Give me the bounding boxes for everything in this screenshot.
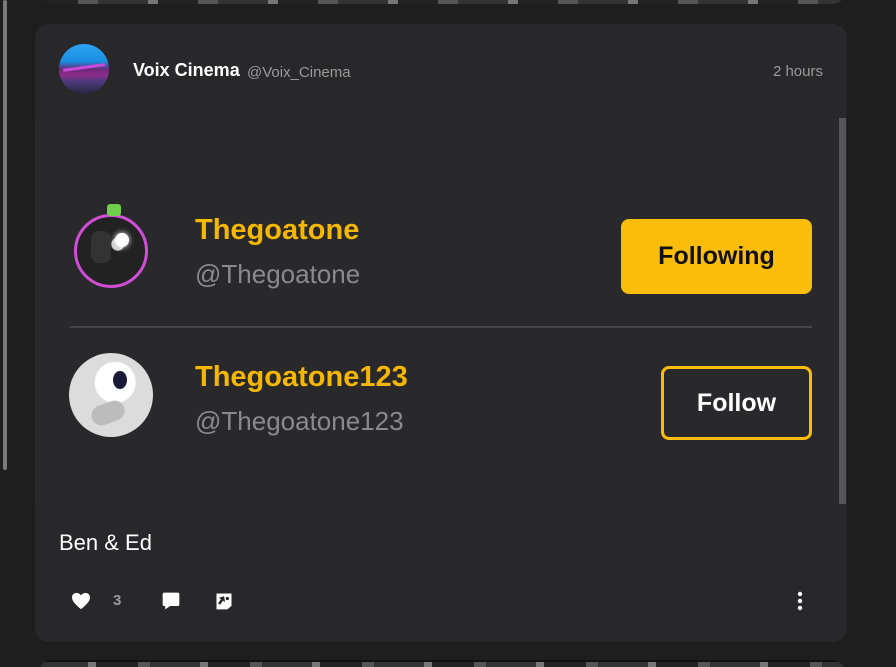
user-handle: @Thegoatone xyxy=(195,259,361,289)
next-post-edge xyxy=(38,660,846,667)
user-handle: @Thegoatone123 xyxy=(195,406,404,436)
comment-icon xyxy=(162,592,180,610)
user-name[interactable]: Thegoatone xyxy=(195,214,359,247)
follow-button[interactable]: Follow xyxy=(661,366,812,440)
like-button[interactable] xyxy=(69,586,93,616)
user-name[interactable]: Thegoatone123 xyxy=(195,361,408,394)
post-actions: 3 xyxy=(35,586,847,616)
post-card: Voix Cinema @Voix_Cinema 2 hours Thegoat… xyxy=(35,24,847,642)
crown-icon xyxy=(107,204,121,216)
user-row: Thegoatone @Thegoatone Following xyxy=(35,190,847,336)
repost-button[interactable] xyxy=(212,586,236,616)
row-divider xyxy=(70,326,812,328)
page-scrollbar[interactable] xyxy=(3,0,7,470)
more-options-button[interactable] xyxy=(791,586,809,616)
feed: Voix Cinema @Voix_Cinema 2 hours Thegoat… xyxy=(0,0,896,667)
post-timestamp[interactable]: 2 hours xyxy=(773,63,823,80)
user-row: Thegoatone123 @Thegoatone123 Follow xyxy=(35,337,847,483)
more-vertical-icon xyxy=(797,591,803,611)
author-avatar[interactable] xyxy=(59,44,109,94)
user-avatar[interactable] xyxy=(69,353,153,437)
previous-post-edge xyxy=(38,0,846,4)
embed-scrollbar[interactable] xyxy=(839,118,846,504)
post-body-text: Ben & Ed xyxy=(59,530,152,555)
following-button[interactable]: Following xyxy=(621,219,812,294)
user-avatar[interactable] xyxy=(74,214,148,288)
repost-icon xyxy=(216,593,232,610)
embedded-user-list: Thegoatone @Thegoatone Following Thegoat… xyxy=(35,118,847,504)
author-handle[interactable]: @Voix_Cinema xyxy=(247,64,351,81)
like-count: 3 xyxy=(113,592,122,609)
comment-button[interactable] xyxy=(159,586,183,616)
author-name[interactable]: Voix Cinema xyxy=(133,60,240,81)
heart-icon xyxy=(72,592,90,610)
